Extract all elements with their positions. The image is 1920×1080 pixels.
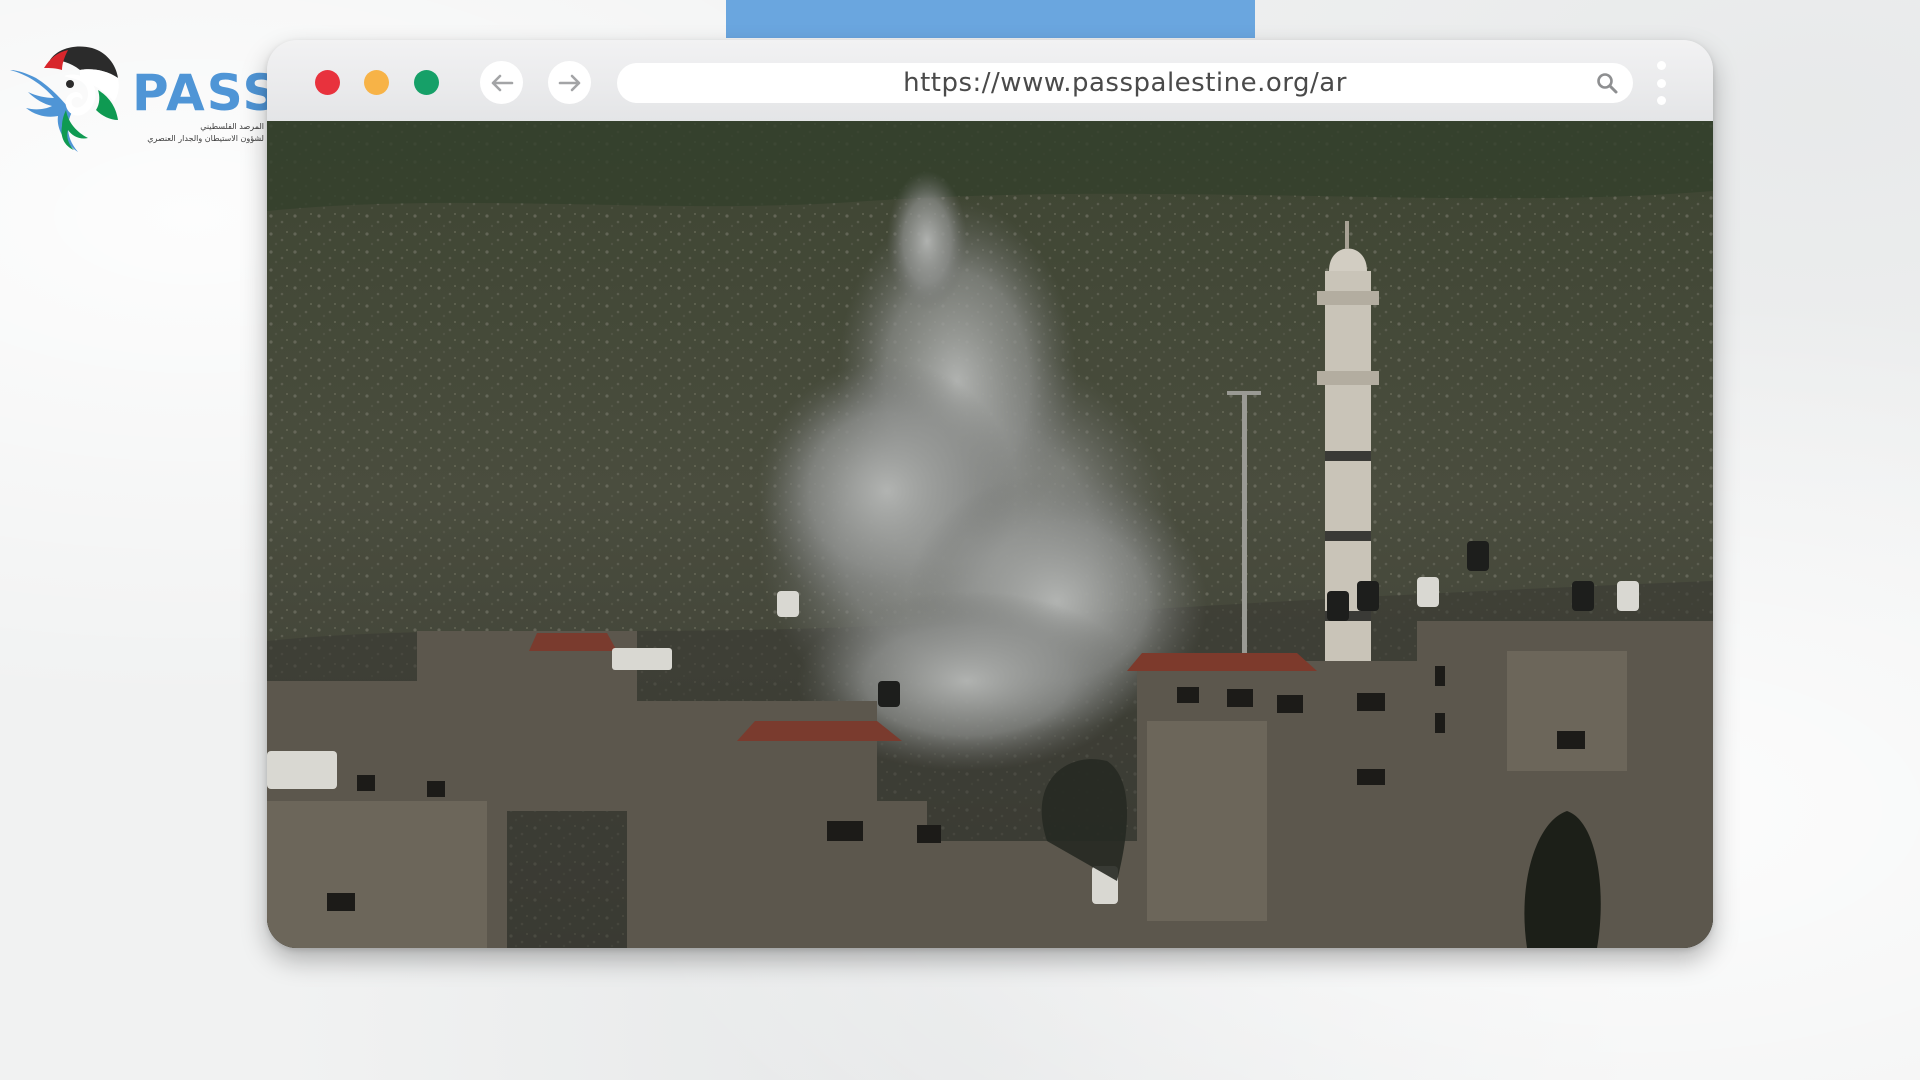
logo-subtitle-line1: المرصد الفلسطيني [200, 122, 264, 131]
forward-button[interactable] [548, 61, 591, 104]
back-button[interactable] [480, 61, 523, 104]
close-dot[interactable] [315, 70, 340, 95]
arrow-left-icon [491, 74, 513, 91]
search-icon[interactable] [1595, 71, 1619, 95]
url-text: https://www.passpalestine.org/ar [903, 68, 1347, 98]
logo-subtitle-line2: لشؤون الاستيطان والجدار العنصري [147, 134, 264, 143]
logo-wordmark: PASS [132, 64, 281, 122]
pass-logo: PASS المرصد الفلسطيني لشؤون الاستيطان وا… [6, 40, 279, 170]
top-accent-strip [726, 0, 1255, 38]
smoke-over-village-photo [267, 121, 1713, 948]
maximize-dot[interactable] [414, 70, 439, 95]
browser-window: https://www.passpalestine.org/ar [267, 40, 1713, 948]
minimize-dot[interactable] [364, 70, 389, 95]
browser-toolbar: https://www.passpalestine.org/ar [267, 40, 1713, 121]
kebab-menu-icon[interactable] [1654, 61, 1668, 105]
dove-flag-logo-icon [10, 46, 119, 152]
address-bar[interactable]: https://www.passpalestine.org/ar [617, 63, 1633, 103]
page-content-photo [267, 121, 1713, 948]
arrow-right-icon [558, 74, 580, 91]
